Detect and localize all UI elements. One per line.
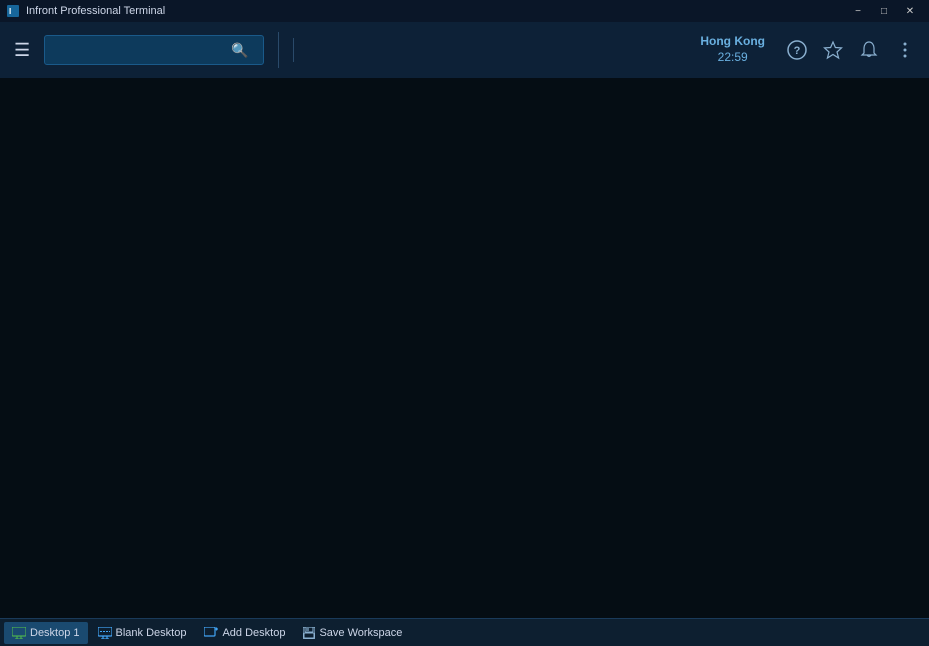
favorites-button[interactable] (817, 34, 849, 66)
clock-area: Hong Kong 22:59 (700, 34, 765, 65)
save-workspace-icon (303, 627, 315, 639)
help-button[interactable]: ? (781, 34, 813, 66)
toolbar: ☰ 🔍 Hong Kong 22:59 ? (0, 22, 929, 78)
toolbar-divider-2 (293, 38, 294, 62)
clock-time: 22:59 (718, 50, 748, 66)
taskbar-blank-desktop[interactable]: Blank Desktop (90, 622, 195, 644)
add-desktop-icon (204, 627, 218, 639)
menu-button[interactable]: ☰ (8, 36, 36, 65)
window-controls: − □ ✕ (845, 2, 923, 20)
save-workspace-label: Save Workspace (319, 627, 402, 639)
taskbar-desktop1[interactable]: Desktop 1 (4, 622, 88, 644)
app-icon: I (6, 4, 20, 18)
blank-desktop-icon (98, 627, 112, 639)
search-icon[interactable]: 🔍 (231, 42, 248, 59)
taskbar-add-desktop[interactable]: Add Desktop (196, 622, 293, 644)
taskbar-save-workspace[interactable]: Save Workspace (295, 622, 410, 644)
svg-text:I: I (9, 7, 11, 16)
alerts-button[interactable] (853, 34, 885, 66)
app-title: Infront Professional Terminal (26, 5, 165, 17)
bell-icon (859, 40, 879, 60)
toolbar-divider-1 (278, 32, 279, 68)
add-desktop-label: Add Desktop (222, 627, 285, 639)
more-icon (895, 40, 915, 60)
svg-text:?: ? (794, 45, 801, 57)
taskbar: Desktop 1 Blank Desktop Add Desktop (0, 618, 929, 646)
desktop1-icon (12, 627, 26, 639)
star-icon (823, 40, 843, 60)
blank-desktop-label: Blank Desktop (116, 627, 187, 639)
title-bar-left: I Infront Professional Terminal (6, 4, 165, 18)
desktop1-label: Desktop 1 (30, 627, 80, 639)
toolbar-icons: ? (781, 34, 921, 66)
more-options-button[interactable] (889, 34, 921, 66)
title-bar: I Infront Professional Terminal − □ ✕ (0, 0, 929, 22)
maximize-button[interactable]: □ (871, 2, 897, 20)
close-button[interactable]: ✕ (897, 2, 923, 20)
clock-city: Hong Kong (700, 34, 765, 50)
search-box: 🔍 (44, 35, 264, 65)
help-icon: ? (787, 40, 807, 60)
search-input[interactable] (51, 43, 231, 58)
main-content (0, 78, 929, 618)
minimize-button[interactable]: − (845, 2, 871, 20)
